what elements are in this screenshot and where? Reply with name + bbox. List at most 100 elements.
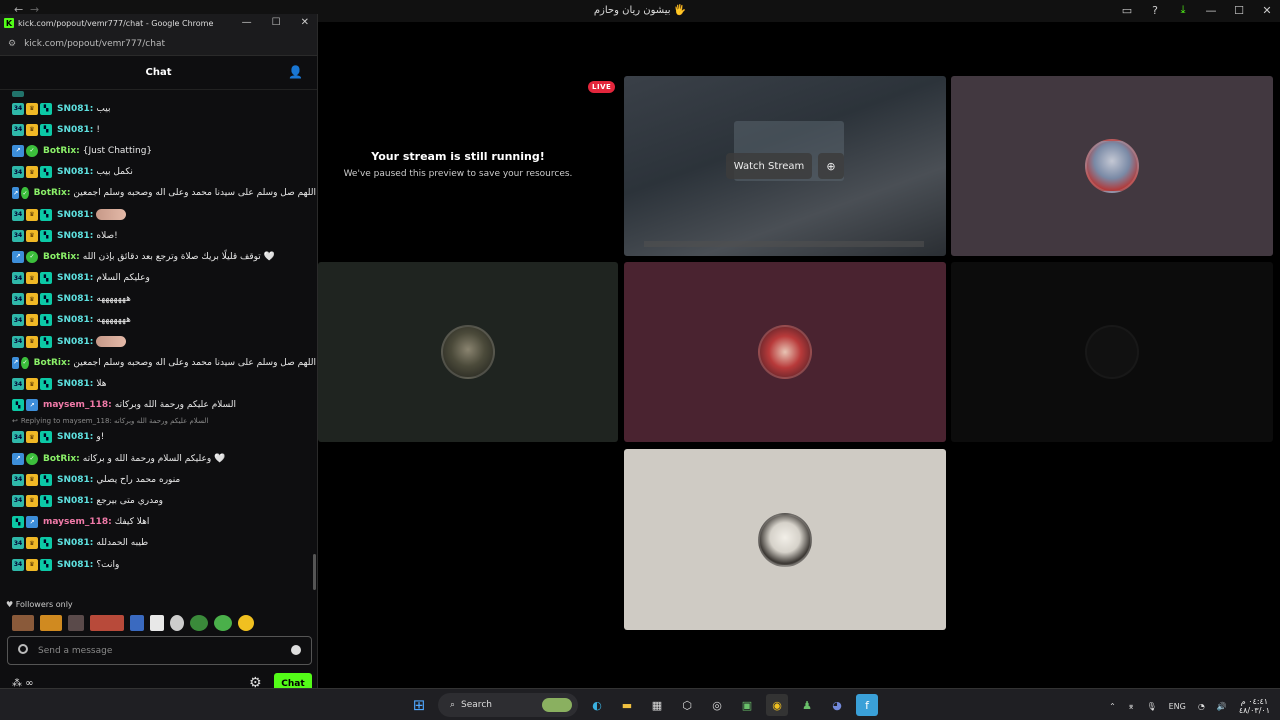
- microphone-icon[interactable]: 🎙: [1146, 702, 1156, 711]
- participant-tile-1[interactable]: [951, 76, 1273, 256]
- chat-scrollbar[interactable]: [313, 554, 316, 590]
- crown-badge-icon: ♛: [26, 102, 38, 115]
- emote-6[interactable]: [150, 615, 164, 631]
- chat-username[interactable]: SN081:: [57, 496, 93, 506]
- app-icon-5[interactable]: f: [856, 694, 878, 716]
- chat-username[interactable]: SN081:: [57, 560, 93, 570]
- participant-tile-3[interactable]: [624, 262, 946, 442]
- subscriber-badge-icon: 34: [12, 473, 24, 486]
- discord-icon[interactable]: ◕: [826, 694, 848, 716]
- emote-8[interactable]: [190, 615, 208, 631]
- chat-username[interactable]: SN081:: [57, 315, 93, 325]
- chat-username[interactable]: SN081:: [57, 104, 93, 114]
- stream-paused-message: Your stream is still running! We've paus…: [318, 150, 598, 179]
- chat-username[interactable]: SN081:: [57, 167, 93, 177]
- taskbar-search[interactable]: ⌕ Search: [438, 693, 578, 717]
- chat-username[interactable]: SN081:: [57, 337, 93, 347]
- chat-url-bar[interactable]: ⚙ kick.com/popout/vemr777/chat: [0, 32, 317, 56]
- chat-message: ↗ ✓ BotRix: اللهم صل وسلم على سيدنا محمد وع…: [0, 352, 316, 373]
- emote-1[interactable]: [12, 615, 34, 631]
- minimize-icon[interactable]: —: [1204, 4, 1218, 17]
- chat-header-title: Chat: [145, 67, 172, 78]
- chat-username[interactable]: BotRix:: [34, 188, 71, 198]
- chat-message-text: هههههههه: [96, 315, 131, 326]
- chat-username[interactable]: SN081:: [57, 125, 93, 135]
- minimize-icon[interactable]: —: [242, 17, 252, 28]
- site-settings-icon[interactable]: ⚙: [8, 39, 16, 49]
- send-message-input[interactable]: Send a message: [7, 636, 312, 665]
- popout-preview-button[interactable]: ⊕: [818, 153, 844, 179]
- chat-username[interactable]: SN081:: [57, 432, 93, 442]
- emote-7[interactable]: [170, 615, 184, 631]
- close-icon[interactable]: ✕: [1260, 4, 1274, 17]
- watch-stream-button[interactable]: Watch Stream: [726, 153, 812, 179]
- store-icon[interactable]: ▦: [646, 694, 668, 716]
- maximize-icon[interactable]: ☐: [272, 17, 281, 28]
- chrome-icon[interactable]: ◉: [766, 694, 788, 716]
- emote-9[interactable]: [214, 615, 232, 631]
- windows-taskbar: ⊞ ⌕ Search ◐ ▬ ▦ ⬡ ◎ ▣ ◉ ♟ ◕ f ⌃ ⌆ 🎙 ENG…: [0, 688, 1280, 720]
- file-explorer-icon[interactable]: ▬: [616, 694, 638, 716]
- taskbar-clock[interactable]: ٠٤:٤١ م ٤٨/٠٣/٠١: [1239, 697, 1270, 715]
- volume-icon[interactable]: 🔊: [1217, 702, 1227, 711]
- app-icon-3[interactable]: ▣: [736, 694, 758, 716]
- app-icon-4[interactable]: ♟: [796, 694, 818, 716]
- kick-badge-icon: ▚: [12, 399, 24, 412]
- chat-message-text: اللهم صل وسلم على سيدنا محمد وعلى اله وص…: [73, 188, 316, 199]
- chat-message-text: هههههههه: [96, 294, 131, 305]
- close-icon[interactable]: ✕: [301, 17, 309, 28]
- chat-message-text: وعليكم السلام ورحمة الله و بركاته 🤍: [82, 453, 226, 464]
- chat-username[interactable]: BotRix:: [43, 252, 80, 262]
- chat-username[interactable]: BotRix:: [34, 358, 71, 368]
- network-icon[interactable]: ⌆: [1128, 702, 1135, 711]
- emote-2[interactable]: [40, 615, 62, 631]
- chat-username[interactable]: BotRix:: [43, 454, 80, 464]
- chat-message-text: طيبه الحمدلله: [96, 538, 149, 549]
- app-icon-2[interactable]: ◎: [706, 694, 728, 716]
- bot-badge-icon: ↗: [12, 250, 24, 263]
- participant-tile-2[interactable]: [318, 262, 618, 442]
- chat-username[interactable]: SN081:: [57, 294, 93, 304]
- emote-quick-bar: [12, 614, 254, 632]
- chat-message: 34 ♛ ▚ SN081: صلاه!: [0, 225, 316, 246]
- chat-message-text: اهلا كيفك: [114, 517, 150, 528]
- maximize-icon[interactable]: ☐: [1232, 4, 1246, 17]
- participant-tile-5[interactable]: [624, 449, 946, 630]
- chat-message: 34 ♛ ▚ SN081: طيبه الحمدلله: [0, 533, 316, 554]
- windows-start-icon[interactable]: ⊞: [408, 694, 430, 716]
- emote-10[interactable]: [238, 615, 254, 631]
- chat-username[interactable]: SN081:: [57, 273, 93, 283]
- chat-username[interactable]: SN081:: [57, 210, 93, 220]
- emote-5[interactable]: [130, 615, 144, 631]
- kick-badge-icon: ▚: [40, 473, 52, 486]
- chat-username[interactable]: BotRix:: [43, 146, 80, 156]
- download-icon[interactable]: ⤓: [1176, 3, 1190, 17]
- chat-message: ↗ ✓ BotRix: توقف قليلًا بريك صلاة وترجع بعد…: [0, 246, 316, 267]
- chevron-up-icon[interactable]: ⌃: [1109, 702, 1116, 711]
- cast-icon[interactable]: ▭: [1120, 4, 1134, 17]
- chat-message: 34 ♛ ▚ SN081: هلا: [0, 373, 316, 394]
- crown-badge-icon: ♛: [26, 272, 38, 285]
- chat-message-list[interactable]: 34 ♛ ▚ SN081: بيب 34 ♛ ▚ SN081:! ↗ ✓ BotRix: {Just C…: [0, 90, 316, 595]
- chat-username[interactable]: SN081:: [57, 538, 93, 548]
- chat-message-text: وانت؟: [96, 559, 120, 570]
- language-indicator[interactable]: ENG: [1169, 702, 1186, 711]
- help-icon[interactable]: ?: [1148, 4, 1162, 17]
- chat-message-text: و!: [96, 432, 105, 443]
- chat-message-partial: [0, 90, 316, 98]
- subscriber-badge-icon: 34: [12, 378, 24, 391]
- participant-avatar-1: [1085, 139, 1139, 193]
- chat-username[interactable]: SN081:: [57, 475, 93, 485]
- chat-username[interactable]: maysem_118:: [43, 400, 112, 410]
- chat-username[interactable]: maysem_118:: [43, 517, 112, 527]
- app-icon-1[interactable]: ⬡: [676, 694, 698, 716]
- chat-username[interactable]: SN081:: [57, 379, 93, 389]
- wifi-icon[interactable]: ◔: [1198, 702, 1205, 711]
- emoji-picker-icon[interactable]: [291, 645, 301, 655]
- chat-username[interactable]: SN081:: [57, 231, 93, 241]
- edge-icon[interactable]: ◐: [586, 694, 608, 716]
- emote-3[interactable]: [68, 615, 84, 631]
- users-icon[interactable]: 👤: [288, 65, 303, 79]
- emote-4[interactable]: [90, 615, 124, 631]
- participant-tile-4[interactable]: [951, 262, 1273, 442]
